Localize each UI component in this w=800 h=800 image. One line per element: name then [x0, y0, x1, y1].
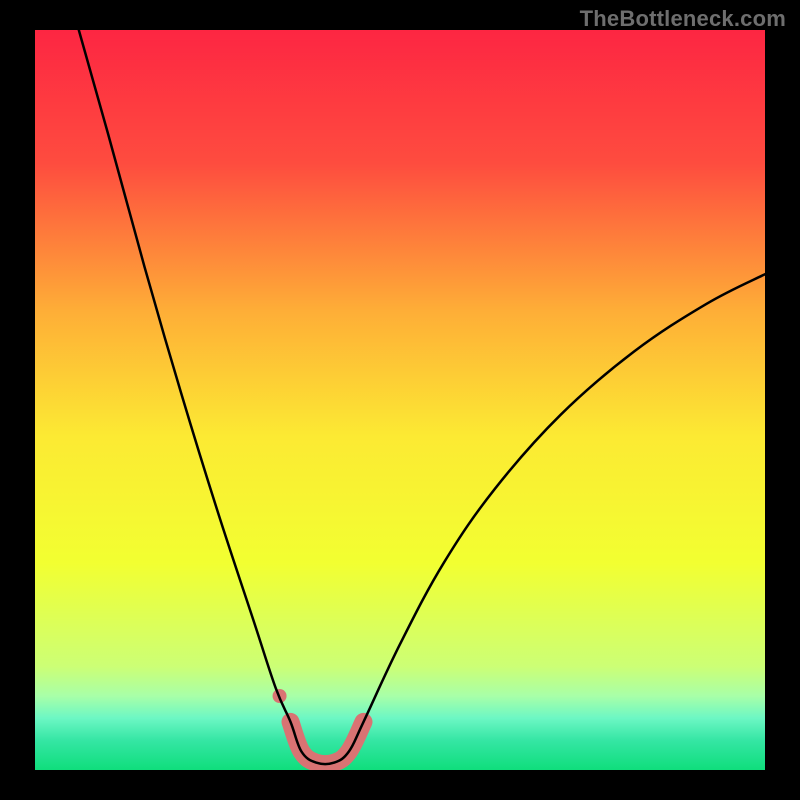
- chart-frame: TheBottleneck.com: [0, 0, 800, 800]
- attribution-label: TheBottleneck.com: [580, 6, 786, 32]
- bottleneck-chart: [0, 0, 800, 800]
- gradient-background: [35, 30, 765, 770]
